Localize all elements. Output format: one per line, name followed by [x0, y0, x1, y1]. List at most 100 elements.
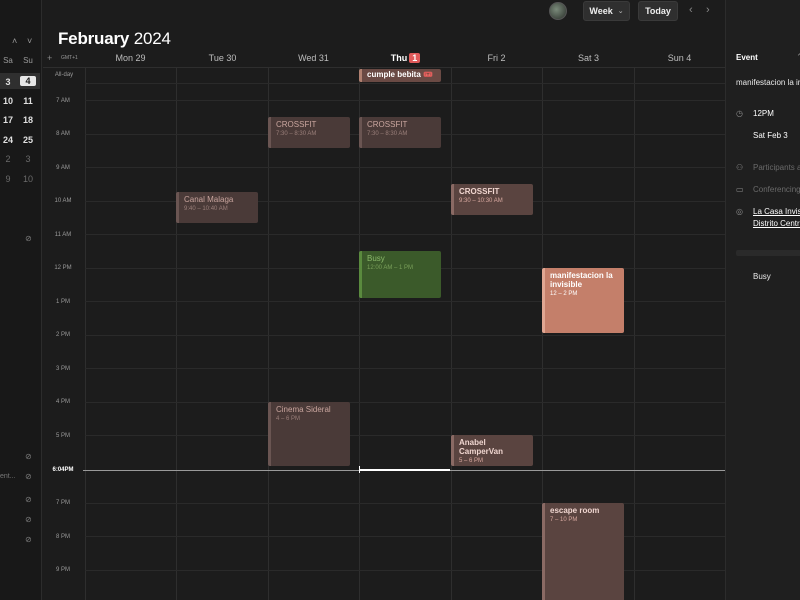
event-anabel-campervan[interactable]: Anabel CamperVan 5 – 6 PM: [451, 435, 533, 466]
clock-icon: ◷: [736, 109, 743, 118]
hour-line: [85, 536, 725, 537]
avatar[interactable]: [549, 2, 567, 20]
chevron-up-icon[interactable]: ˄: [12, 36, 17, 46]
participants-field[interactable]: Participants and: [753, 163, 800, 172]
hour-label: 8 PM: [55, 534, 70, 540]
hide-calendar-icon[interactable]: ⊘: [25, 472, 32, 481]
hour-label: 11 AM: [54, 232, 72, 238]
hide-calendar-icon[interactable]: ⊘: [25, 452, 32, 461]
event-crossfit-wed[interactable]: CROSSFIT 7:30 – 8:30 AM: [268, 117, 350, 148]
event-title: Canal Malaga: [184, 195, 234, 204]
hour-line: [85, 234, 725, 235]
event-title: CROSSFIT: [367, 120, 408, 129]
hour-label: 7 PM: [55, 500, 70, 506]
hour-line: [85, 167, 725, 168]
hour-label: 7 AM: [56, 98, 70, 104]
event-manifestacion-selected[interactable]: manifestacion la invisible 12 – 2 PM: [542, 268, 624, 333]
grid-column-divider: [634, 67, 635, 600]
mini-calendar-sidebar: ˄ ˅ Sa Su 3 4 10 11 17 18 24 25 2 3 9 10…: [0, 0, 42, 600]
weekday-header-sa: Sa: [3, 56, 13, 65]
event-details-panel: Event ⌃ manifestacion la invisible ◷ 12P…: [725, 0, 800, 600]
event-time: 9:40 – 10:40 AM: [184, 206, 228, 212]
day-header-wed[interactable]: Wed 31: [268, 53, 359, 63]
event-title: CROSSFIT: [459, 187, 500, 196]
hour-line: [85, 402, 725, 403]
mini-day-next-month[interactable]: 2: [0, 154, 18, 164]
hide-calendar-icon[interactable]: ⊘: [25, 234, 32, 243]
page-title: February 2024: [58, 29, 171, 49]
event-crossfit-fri[interactable]: CROSSFIT 9:30 – 10:30 AM: [451, 184, 533, 215]
person-icon: ⚇: [736, 163, 744, 172]
mini-day[interactable]: 3: [0, 77, 18, 87]
event-time: 5 – 6 PM: [459, 458, 484, 464]
next-week-icon[interactable]: ›: [706, 4, 710, 16]
hour-label: 2 PM: [55, 332, 70, 338]
event-title: manifestacion la invisible: [550, 271, 613, 289]
event-busy-thu[interactable]: Busy 12:00 AM – 1 PM: [359, 251, 441, 298]
mini-day[interactable]: 25: [18, 135, 38, 145]
hour-label: 10 AM: [54, 198, 72, 204]
mini-day-next-month[interactable]: 10: [18, 174, 38, 184]
event-time: 12 – 2 PM: [550, 291, 578, 297]
day-header-sat[interactable]: Sat 3: [543, 53, 634, 63]
day-header-mon[interactable]: Mon 29: [85, 53, 176, 63]
chevron-down-icon: ⌄: [617, 8, 624, 15]
mini-day[interactable]: 24: [0, 135, 18, 145]
event-canal-malaga[interactable]: Canal Malaga 9:40 – 10:40 AM: [176, 192, 258, 223]
day-header-sun[interactable]: Sun 4: [634, 53, 725, 63]
hour-label: 12 PM: [54, 265, 72, 271]
mini-day[interactable]: 10: [0, 96, 18, 106]
view-selector-button[interactable]: Week ⌄: [583, 1, 630, 21]
event-title: Cinema Sideral: [276, 405, 331, 414]
hide-calendar-icon[interactable]: ⊘: [25, 495, 32, 504]
hour-line: [85, 301, 725, 302]
allday-label: All-day: [54, 72, 74, 78]
panel-divider-bar: [736, 250, 800, 256]
hour-label: 4 PM: [55, 399, 70, 405]
day-header-thu-label: Thu: [390, 53, 408, 63]
event-date-value[interactable]: Sat Feb 3: [753, 131, 788, 140]
location-icon: ◎: [736, 207, 743, 216]
weekday-header-su: Su: [23, 56, 33, 65]
hide-calendar-icon[interactable]: ⊘: [25, 515, 32, 524]
add-calendar-icon[interactable]: +: [47, 53, 52, 63]
week-grid[interactable]: All-day 7 AM 8 AM 9 AM 10 AM 11 AM 12 PM…: [43, 67, 725, 600]
hide-calendar-icon[interactable]: ⊘: [25, 535, 32, 544]
hour-line: [85, 570, 725, 571]
event-crossfit-thu[interactable]: CROSSFIT 7:30 – 8:30 AM: [359, 117, 441, 148]
day-header-thu[interactable]: Thu 1: [360, 53, 451, 63]
mini-day-selected[interactable]: 4: [20, 76, 36, 86]
event-cinema-sideral[interactable]: Cinema Sideral 4 – 6 PM: [268, 402, 350, 466]
calendar-name-clipped: ent...: [0, 473, 16, 480]
event-title: CROSSFIT: [276, 120, 317, 129]
mini-day[interactable]: 11: [18, 96, 38, 106]
chevron-down-icon[interactable]: ˅: [27, 36, 32, 46]
hour-line: [85, 335, 725, 336]
location-line-2[interactable]: Distrito Centro: [753, 219, 800, 228]
mini-day[interactable]: 18: [18, 115, 38, 125]
conferencing-field[interactable]: Conferencing: [753, 185, 800, 194]
event-title: escape room: [550, 506, 600, 515]
event-time: 12:00 AM – 1 PM: [367, 265, 414, 271]
availability-status[interactable]: Busy: [753, 272, 771, 281]
panel-scroll-arrow-icon[interactable]: ⌃: [796, 52, 800, 63]
event-escape-room[interactable]: escape room 7 – 10 PM: [542, 503, 624, 600]
mini-day[interactable]: 17: [0, 115, 18, 125]
day-header-tue[interactable]: Tue 30: [177, 53, 268, 63]
calendar-header: February 2024 Week ⌄ Today ‹ ›: [43, 0, 725, 50]
hour-line: [85, 435, 725, 436]
mini-day-next-month[interactable]: 3: [18, 154, 38, 164]
day-header-fri[interactable]: Fri 2: [451, 53, 542, 63]
allday-divider: [85, 83, 725, 84]
today-button[interactable]: Today: [638, 1, 678, 21]
allday-event-cumple-bebita[interactable]: cumple bebita 🎟️: [359, 69, 441, 82]
event-title-input[interactable]: manifestacion la invisible: [736, 78, 800, 87]
mini-day-next-month[interactable]: 9: [0, 174, 18, 184]
event-time-value[interactable]: 12PM: [753, 109, 774, 118]
location-line-1[interactable]: La Casa Invisible: [753, 207, 800, 216]
previous-week-icon[interactable]: ‹: [689, 4, 693, 16]
event-title: Anabel CamperVan: [459, 438, 504, 456]
current-time-line-today: [359, 469, 450, 471]
grid-column-divider: [176, 67, 177, 600]
today-badge: 1: [409, 53, 421, 63]
